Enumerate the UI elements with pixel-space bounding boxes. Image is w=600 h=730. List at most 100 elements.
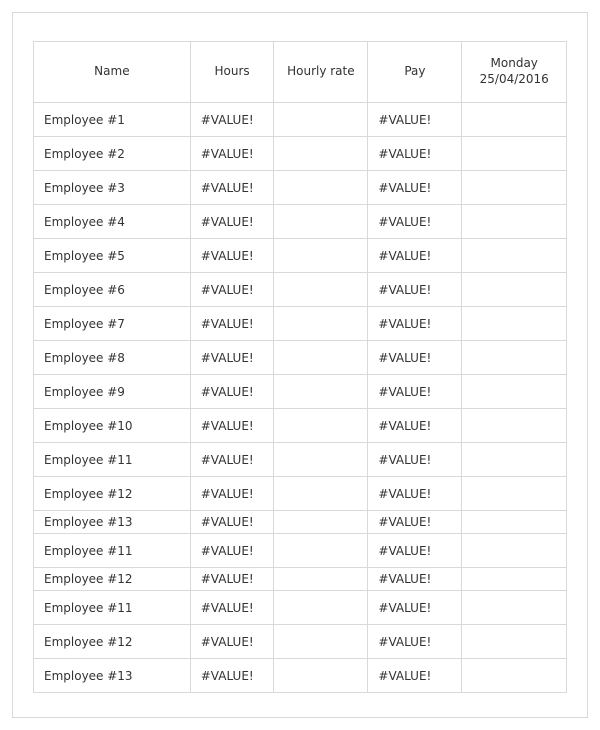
cell-pay: #VALUE! [368, 477, 462, 511]
table-row: Employee #7#VALUE!#VALUE! [34, 307, 567, 341]
cell-pay: #VALUE! [368, 659, 462, 693]
cell-day [462, 171, 567, 205]
cell-name: Employee #1 [34, 103, 191, 137]
header-day: Monday 25/04/2016 [462, 42, 567, 103]
cell-day [462, 591, 567, 625]
cell-day [462, 534, 567, 568]
cell-day [462, 103, 567, 137]
cell-rate [274, 534, 368, 568]
table-row: Employee #11#VALUE!#VALUE! [34, 534, 567, 568]
cell-hours: #VALUE! [190, 341, 274, 375]
cell-name: Employee #8 [34, 341, 191, 375]
table-row: Employee #2#VALUE!#VALUE! [34, 137, 567, 171]
cell-pay: #VALUE! [368, 103, 462, 137]
cell-hours: #VALUE! [190, 137, 274, 171]
header-name: Name [34, 42, 191, 103]
cell-pay: #VALUE! [368, 625, 462, 659]
cell-hours: #VALUE! [190, 568, 274, 591]
cell-name: Employee #10 [34, 409, 191, 443]
cell-name: Employee #12 [34, 477, 191, 511]
cell-pay: #VALUE! [368, 341, 462, 375]
cell-day [462, 477, 567, 511]
page-frame: Name Hours Hourly rate Pay Monday 25/04/… [12, 12, 588, 718]
header-pay: Pay [368, 42, 462, 103]
cell-day [462, 511, 567, 534]
cell-name: Employee #12 [34, 625, 191, 659]
cell-hours: #VALUE! [190, 375, 274, 409]
table-row: Employee #13#VALUE!#VALUE! [34, 659, 567, 693]
cell-pay: #VALUE! [368, 511, 462, 534]
cell-pay: #VALUE! [368, 205, 462, 239]
cell-day [462, 137, 567, 171]
cell-hours: #VALUE! [190, 659, 274, 693]
cell-rate [274, 375, 368, 409]
cell-hours: #VALUE! [190, 273, 274, 307]
cell-pay: #VALUE! [368, 591, 462, 625]
cell-day [462, 625, 567, 659]
cell-rate [274, 568, 368, 591]
table-header-row: Name Hours Hourly rate Pay Monday 25/04/… [34, 42, 567, 103]
cell-rate [274, 205, 368, 239]
table-row: Employee #4#VALUE!#VALUE! [34, 205, 567, 239]
cell-rate [274, 477, 368, 511]
cell-pay: #VALUE! [368, 239, 462, 273]
table-row: Employee #12#VALUE!#VALUE! [34, 477, 567, 511]
cell-name: Employee #2 [34, 137, 191, 171]
cell-name: Employee #7 [34, 307, 191, 341]
cell-rate [274, 307, 368, 341]
cell-day [462, 409, 567, 443]
table-row: Employee #3#VALUE!#VALUE! [34, 171, 567, 205]
table-row: Employee #13#VALUE!#VALUE! [34, 511, 567, 534]
table-body: Employee #1#VALUE!#VALUE!Employee #2#VAL… [34, 103, 567, 693]
cell-name: Employee #6 [34, 273, 191, 307]
cell-day [462, 273, 567, 307]
cell-hours: #VALUE! [190, 103, 274, 137]
cell-hours: #VALUE! [190, 409, 274, 443]
cell-day [462, 568, 567, 591]
cell-day [462, 341, 567, 375]
cell-rate [274, 341, 368, 375]
page: Name Hours Hourly rate Pay Monday 25/04/… [0, 0, 600, 730]
cell-pay: #VALUE! [368, 534, 462, 568]
cell-day [462, 659, 567, 693]
table-row: Employee #6#VALUE!#VALUE! [34, 273, 567, 307]
cell-rate [274, 511, 368, 534]
cell-name: Employee #12 [34, 568, 191, 591]
table-row: Employee #11#VALUE!#VALUE! [34, 443, 567, 477]
cell-pay: #VALUE! [368, 137, 462, 171]
cell-hours: #VALUE! [190, 443, 274, 477]
cell-rate [274, 273, 368, 307]
cell-pay: #VALUE! [368, 307, 462, 341]
cell-hours: #VALUE! [190, 477, 274, 511]
cell-rate [274, 625, 368, 659]
cell-rate [274, 443, 368, 477]
table-row: Employee #8#VALUE!#VALUE! [34, 341, 567, 375]
table-row: Employee #12#VALUE!#VALUE! [34, 625, 567, 659]
cell-name: Employee #9 [34, 375, 191, 409]
cell-hours: #VALUE! [190, 307, 274, 341]
cell-pay: #VALUE! [368, 443, 462, 477]
table-row: Employee #9#VALUE!#VALUE! [34, 375, 567, 409]
cell-hours: #VALUE! [190, 205, 274, 239]
cell-name: Employee #13 [34, 511, 191, 534]
table-row: Employee #5#VALUE!#VALUE! [34, 239, 567, 273]
table-row: Employee #1#VALUE!#VALUE! [34, 103, 567, 137]
cell-pay: #VALUE! [368, 568, 462, 591]
cell-name: Employee #11 [34, 443, 191, 477]
cell-name: Employee #13 [34, 659, 191, 693]
header-rate: Hourly rate [274, 42, 368, 103]
cell-name: Employee #11 [34, 591, 191, 625]
cell-rate [274, 137, 368, 171]
cell-rate [274, 103, 368, 137]
cell-rate [274, 171, 368, 205]
cell-name: Employee #5 [34, 239, 191, 273]
cell-rate [274, 409, 368, 443]
cell-name: Employee #3 [34, 171, 191, 205]
cell-rate [274, 659, 368, 693]
cell-rate [274, 591, 368, 625]
table-row: Employee #11#VALUE!#VALUE! [34, 591, 567, 625]
cell-pay: #VALUE! [368, 375, 462, 409]
cell-rate [274, 239, 368, 273]
cell-day [462, 205, 567, 239]
cell-day [462, 307, 567, 341]
